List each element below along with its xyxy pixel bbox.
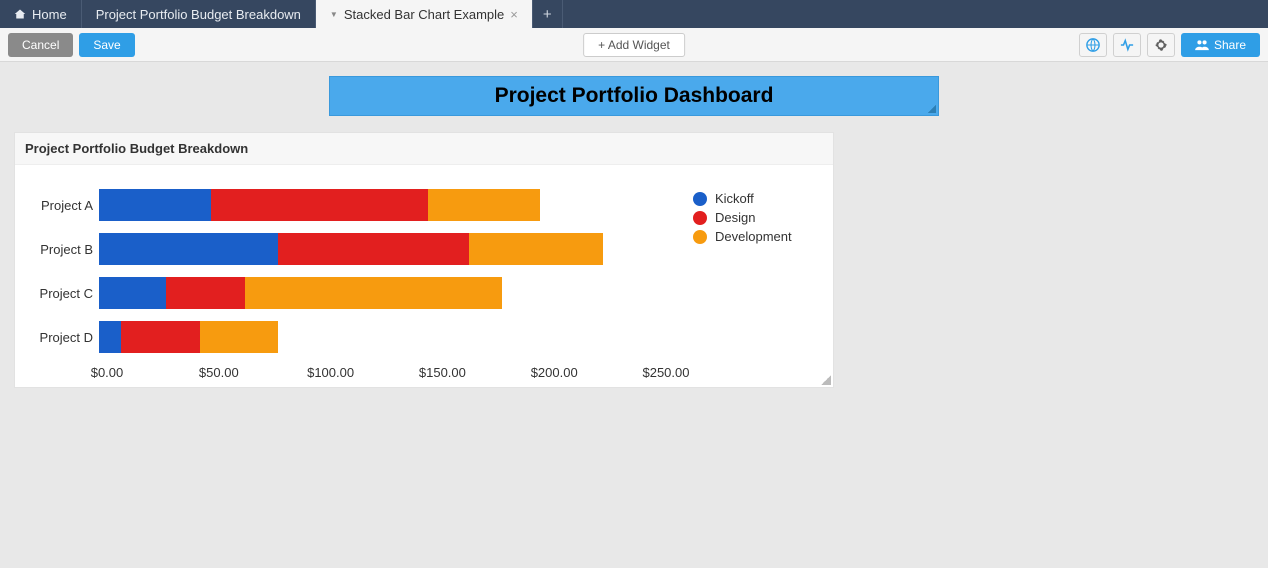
- stacked-bar: [99, 189, 693, 221]
- bar-segment[interactable]: [99, 321, 121, 353]
- add-tab-button[interactable]: +: [533, 0, 563, 28]
- legend-item[interactable]: Design: [693, 210, 823, 225]
- legend-item[interactable]: Kickoff: [693, 191, 823, 206]
- people-icon: [1195, 39, 1209, 51]
- chart-row: Project C: [33, 271, 693, 315]
- bar-segment[interactable]: [211, 189, 428, 221]
- bar-segment[interactable]: [166, 277, 244, 309]
- tab-label: Stacked Bar Chart Example: [344, 7, 504, 22]
- top-nav: Home Project Portfolio Budget Breakdown …: [0, 0, 1268, 28]
- stacked-bar: [99, 233, 693, 265]
- add-widget-button[interactable]: + Add Widget: [583, 33, 685, 57]
- save-button[interactable]: Save: [79, 33, 134, 57]
- bar-segment[interactable]: [200, 321, 278, 353]
- tab-portfolio[interactable]: Project Portfolio Budget Breakdown: [82, 0, 316, 28]
- stacked-bar: [99, 321, 693, 353]
- bar-segment[interactable]: [99, 277, 166, 309]
- tab-home-label: Home: [32, 7, 67, 22]
- category-label: Project D: [33, 330, 99, 345]
- bar-segment[interactable]: [121, 321, 199, 353]
- activity-button[interactable]: [1113, 33, 1141, 57]
- close-icon[interactable]: ×: [510, 7, 518, 22]
- dashboard-title[interactable]: Project Portfolio Dashboard: [329, 76, 939, 116]
- legend-swatch: [693, 230, 707, 244]
- globe-button[interactable]: [1079, 33, 1107, 57]
- tab-label: Project Portfolio Budget Breakdown: [96, 7, 301, 22]
- chart-row: Project D: [33, 315, 693, 359]
- chart-row: Project A: [33, 183, 693, 227]
- dropdown-icon: ▼: [330, 10, 338, 19]
- category-label: Project B: [33, 242, 99, 257]
- bar-segment[interactable]: [428, 189, 540, 221]
- legend-swatch: [693, 211, 707, 225]
- legend-item[interactable]: Development: [693, 229, 823, 244]
- plus-icon: +: [543, 6, 552, 23]
- category-label: Project A: [33, 198, 99, 213]
- category-label: Project C: [33, 286, 99, 301]
- gear-icon: [1154, 38, 1168, 52]
- home-icon: [14, 8, 26, 20]
- legend-swatch: [693, 192, 707, 206]
- activity-icon: [1120, 38, 1134, 52]
- page-body: Project Portfolio Dashboard Project Port…: [0, 62, 1268, 402]
- share-button[interactable]: Share: [1181, 33, 1260, 57]
- settings-button[interactable]: [1147, 33, 1175, 57]
- tab-home[interactable]: Home: [0, 0, 82, 28]
- stacked-bar: [99, 277, 693, 309]
- cancel-button[interactable]: Cancel: [8, 33, 73, 57]
- chart-row: Project B: [33, 227, 693, 271]
- widget-title: Project Portfolio Budget Breakdown: [15, 133, 833, 165]
- bar-segment[interactable]: [469, 233, 603, 265]
- bar-segment[interactable]: [99, 189, 211, 221]
- bar-segment[interactable]: [245, 277, 503, 309]
- chart-widget: Project Portfolio Budget Breakdown Proje…: [14, 132, 834, 388]
- tab-stacked-example[interactable]: ▼ Stacked Bar Chart Example ×: [316, 0, 533, 28]
- globe-icon: [1086, 38, 1100, 52]
- bar-segment[interactable]: [99, 233, 278, 265]
- toolbar: Cancel Save + Add Widget Share: [0, 28, 1268, 62]
- bar-segment[interactable]: [278, 233, 468, 265]
- chart-legend: Kickoff Design Development: [693, 183, 823, 365]
- chart-plot: Project AProject BProject CProject D $0.…: [33, 183, 693, 365]
